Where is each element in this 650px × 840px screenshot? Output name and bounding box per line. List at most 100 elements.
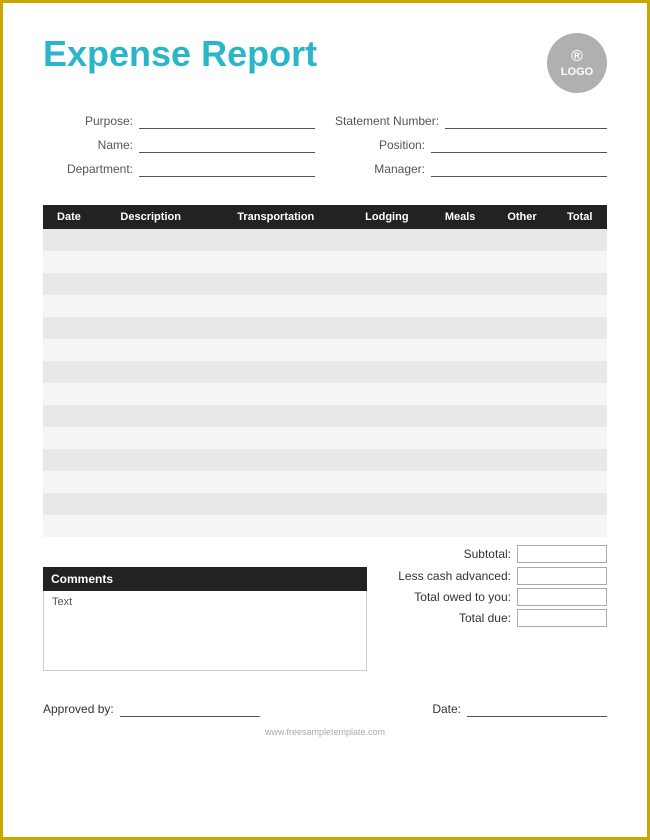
table-cell[interactable] — [429, 405, 492, 427]
approved-by-field[interactable] — [120, 701, 260, 717]
table-cell[interactable] — [95, 273, 207, 295]
table-cell[interactable] — [492, 471, 553, 493]
table-cell[interactable] — [207, 493, 346, 515]
table-cell[interactable] — [345, 449, 429, 471]
table-cell[interactable] — [95, 471, 207, 493]
table-cell[interactable] — [492, 405, 553, 427]
table-cell[interactable] — [552, 229, 607, 251]
table-cell[interactable] — [552, 449, 607, 471]
table-cell[interactable] — [95, 295, 207, 317]
table-cell[interactable] — [345, 427, 429, 449]
table-cell[interactable] — [43, 405, 95, 427]
table-cell[interactable] — [345, 251, 429, 273]
table-cell[interactable] — [43, 361, 95, 383]
subtotal-field[interactable] — [517, 545, 607, 563]
table-cell[interactable] — [552, 339, 607, 361]
table-cell[interactable] — [492, 361, 553, 383]
table-cell[interactable] — [207, 449, 346, 471]
table-cell[interactable] — [95, 361, 207, 383]
table-cell[interactable] — [43, 251, 95, 273]
table-cell[interactable] — [207, 427, 346, 449]
table-cell[interactable] — [43, 295, 95, 317]
table-cell[interactable] — [492, 317, 553, 339]
table-cell[interactable] — [429, 471, 492, 493]
table-cell[interactable] — [492, 339, 553, 361]
table-cell[interactable] — [345, 273, 429, 295]
table-cell[interactable] — [429, 383, 492, 405]
table-cell[interactable] — [492, 251, 553, 273]
table-cell[interactable] — [345, 361, 429, 383]
table-cell[interactable] — [43, 471, 95, 493]
table-cell[interactable] — [345, 229, 429, 251]
table-cell[interactable] — [492, 515, 553, 537]
name-field[interactable] — [139, 137, 315, 153]
table-cell[interactable] — [345, 383, 429, 405]
table-cell[interactable] — [95, 317, 207, 339]
table-cell[interactable] — [207, 471, 346, 493]
table-cell[interactable] — [429, 427, 492, 449]
department-field[interactable] — [139, 161, 315, 177]
table-cell[interactable] — [552, 317, 607, 339]
table-cell[interactable] — [43, 339, 95, 361]
table-cell[interactable] — [429, 229, 492, 251]
table-cell[interactable] — [43, 317, 95, 339]
table-cell[interactable] — [492, 273, 553, 295]
table-cell[interactable] — [43, 383, 95, 405]
table-cell[interactable] — [552, 405, 607, 427]
manager-field[interactable] — [431, 161, 607, 177]
table-cell[interactable] — [95, 515, 207, 537]
table-cell[interactable] — [492, 427, 553, 449]
table-cell[interactable] — [552, 361, 607, 383]
table-cell[interactable] — [492, 449, 553, 471]
less-cash-field[interactable] — [517, 567, 607, 585]
table-cell[interactable] — [429, 449, 492, 471]
table-cell[interactable] — [345, 317, 429, 339]
table-cell[interactable] — [43, 427, 95, 449]
total-due-field[interactable] — [517, 609, 607, 627]
position-field[interactable] — [431, 137, 607, 153]
table-cell[interactable] — [429, 493, 492, 515]
table-cell[interactable] — [207, 251, 346, 273]
table-cell[interactable] — [552, 515, 607, 537]
table-cell[interactable] — [552, 427, 607, 449]
table-cell[interactable] — [429, 515, 492, 537]
table-cell[interactable] — [429, 251, 492, 273]
date-field[interactable] — [467, 701, 607, 717]
table-cell[interactable] — [207, 317, 346, 339]
table-cell[interactable] — [429, 339, 492, 361]
table-cell[interactable] — [492, 229, 553, 251]
table-cell[interactable] — [429, 361, 492, 383]
table-cell[interactable] — [95, 251, 207, 273]
table-cell[interactable] — [95, 339, 207, 361]
table-cell[interactable] — [345, 471, 429, 493]
table-cell[interactable] — [207, 361, 346, 383]
table-cell[interactable] — [207, 515, 346, 537]
table-cell[interactable] — [207, 273, 346, 295]
table-cell[interactable] — [43, 493, 95, 515]
table-cell[interactable] — [429, 295, 492, 317]
table-cell[interactable] — [43, 449, 95, 471]
table-cell[interactable] — [207, 295, 346, 317]
table-cell[interactable] — [207, 229, 346, 251]
table-cell[interactable] — [492, 493, 553, 515]
table-cell[interactable] — [207, 383, 346, 405]
table-cell[interactable] — [552, 295, 607, 317]
table-cell[interactable] — [492, 295, 553, 317]
table-cell[interactable] — [43, 273, 95, 295]
table-cell[interactable] — [552, 251, 607, 273]
table-cell[interactable] — [345, 339, 429, 361]
table-cell[interactable] — [429, 273, 492, 295]
table-cell[interactable] — [345, 405, 429, 427]
table-cell[interactable] — [207, 339, 346, 361]
table-cell[interactable] — [492, 383, 553, 405]
statement-field[interactable] — [445, 113, 607, 129]
total-owed-field[interactable] — [517, 588, 607, 606]
table-cell[interactable] — [429, 317, 492, 339]
table-cell[interactable] — [345, 493, 429, 515]
table-cell[interactable] — [95, 449, 207, 471]
table-cell[interactable] — [43, 229, 95, 251]
table-cell[interactable] — [345, 295, 429, 317]
purpose-field[interactable] — [139, 113, 315, 129]
table-cell[interactable] — [43, 515, 95, 537]
comments-body[interactable]: Text — [43, 591, 367, 671]
